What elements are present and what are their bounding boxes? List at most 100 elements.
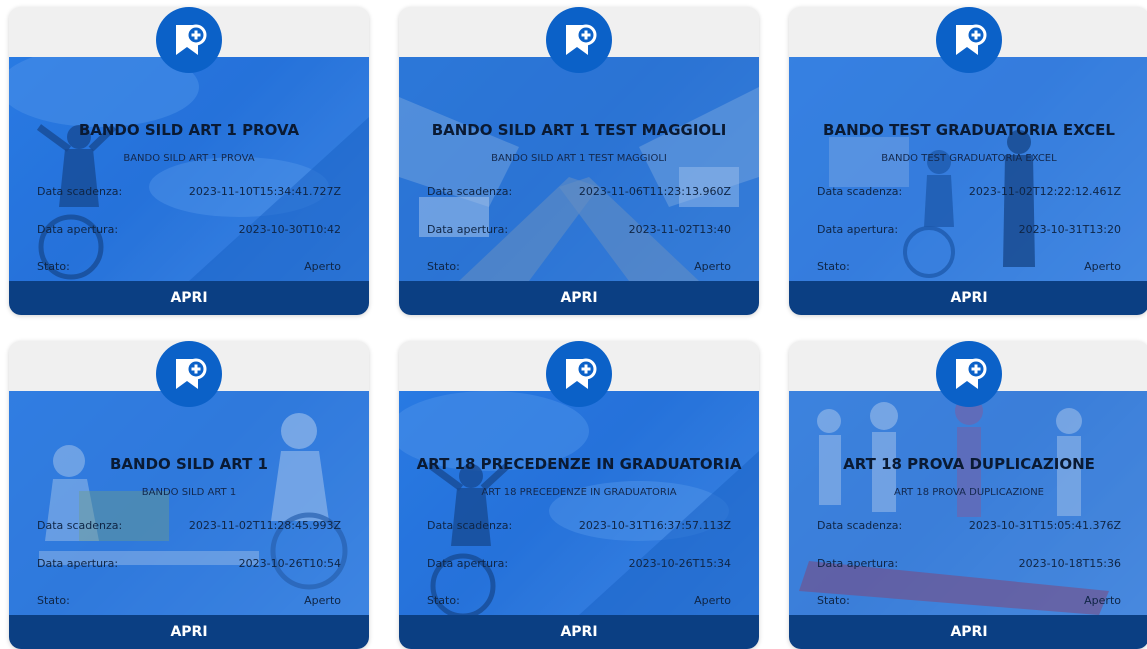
apri-button[interactable]: APRI xyxy=(789,615,1147,649)
opening-row: Data apertura: 2023-10-30T10:42 xyxy=(37,223,341,236)
card-photo: BANDO SILD ART 1 BANDO SILD ART 1 Data s… xyxy=(9,391,369,615)
bookmark-plus-icon xyxy=(956,24,987,55)
opening-row: Data apertura: 2023-10-26T15:34 xyxy=(427,557,731,570)
deadline-row: Data scadenza: 2023-10-31T16:37:57.113Z xyxy=(427,519,731,532)
card-photo: ART 18 PRECEDENZE IN GRADUATORIA ART 18 … xyxy=(399,391,759,615)
deadline-value: 2023-10-31T15:05:41.376Z xyxy=(968,519,1121,532)
card-subtitle: ART 18 PRECEDENZE IN GRADUATORIA xyxy=(481,487,677,498)
opening-label: Data apertura: xyxy=(427,557,509,570)
status-label: Stato: xyxy=(817,594,850,607)
card-subtitle: BANDO TEST GRADUATORIA EXCEL xyxy=(881,153,1057,164)
card-subtitle: BANDO SILD ART 1 TEST MAGGIOLI xyxy=(491,153,667,164)
opening-value: 2023-10-30T10:42 xyxy=(238,223,341,236)
deadline-row: Data scadenza: 2023-11-02T12:22:12.461Z xyxy=(817,185,1121,198)
bando-card: BANDO SILD ART 1 BANDO SILD ART 1 Data s… xyxy=(9,341,369,649)
status-value: Aperto xyxy=(304,260,341,273)
card-title: ART 18 PROVA DUPLICAZIONE xyxy=(843,455,1095,473)
status-row: Stato: Aperto xyxy=(817,260,1121,273)
card-photo: ART 18 PROVA DUPLICAZIONE ART 18 PROVA D… xyxy=(789,391,1147,615)
card-content: BANDO SILD ART 1 TEST MAGGIOLI BANDO SIL… xyxy=(399,57,759,281)
status-value: Aperto xyxy=(694,594,731,607)
status-value: Aperto xyxy=(694,260,731,273)
bando-badge xyxy=(546,341,612,407)
card-title: BANDO TEST GRADUATORIA EXCEL xyxy=(823,121,1115,139)
opening-value: 2023-11-02T13:40 xyxy=(628,223,731,236)
card-subtitle: BANDO SILD ART 1 xyxy=(141,487,237,498)
deadline-row: Data scadenza: 2023-11-06T11:23:13.960Z xyxy=(427,185,731,198)
card-subtitle: ART 18 PROVA DUPLICAZIONE xyxy=(893,487,1044,498)
apri-button[interactable]: APRI xyxy=(9,615,369,649)
deadline-row: Data scadenza: 2023-10-31T15:05:41.376Z xyxy=(817,519,1121,532)
card-content: ART 18 PROVA DUPLICAZIONE ART 18 PROVA D… xyxy=(789,391,1147,615)
status-label: Stato: xyxy=(817,260,850,273)
status-label: Stato: xyxy=(427,594,460,607)
status-row: Stato: Aperto xyxy=(427,260,731,273)
status-label: Stato: xyxy=(37,594,70,607)
bando-card: BANDO SILD ART 1 PROVA BANDO SILD ART 1 … xyxy=(9,7,369,315)
card-title: BANDO SILD ART 1 xyxy=(109,455,268,473)
card-photo: BANDO SILD ART 1 TEST MAGGIOLI BANDO SIL… xyxy=(399,57,759,281)
status-row: Stato: Aperto xyxy=(817,594,1121,607)
apri-button[interactable]: APRI xyxy=(789,281,1147,315)
card-content: ART 18 PRECEDENZE IN GRADUATORIA ART 18 … xyxy=(399,391,759,615)
bando-card: BANDO TEST GRADUATORIA EXCEL BANDO TEST … xyxy=(789,7,1147,315)
opening-label: Data apertura: xyxy=(427,223,509,236)
opening-label: Data apertura: xyxy=(37,223,119,236)
status-label: Stato: xyxy=(427,260,460,273)
deadline-row: Data scadenza: 2023-11-10T15:34:41.727Z xyxy=(37,185,341,198)
deadline-row: Data scadenza: 2023-11-02T11:28:45.993Z xyxy=(37,519,341,532)
bookmark-plus-icon xyxy=(566,24,597,55)
opening-label: Data apertura: xyxy=(817,557,899,570)
deadline-value: 2023-11-02T12:22:12.461Z xyxy=(968,185,1121,198)
opening-value: 2023-10-18T15:36 xyxy=(1018,557,1121,570)
opening-value: 2023-10-31T13:20 xyxy=(1018,223,1121,236)
opening-row: Data apertura: 2023-10-18T15:36 xyxy=(817,557,1121,570)
status-value: Aperto xyxy=(1084,594,1121,607)
apri-button[interactable]: APRI xyxy=(399,281,759,315)
opening-label: Data apertura: xyxy=(37,557,119,570)
bando-card: BANDO SILD ART 1 TEST MAGGIOLI BANDO SIL… xyxy=(399,7,759,315)
card-content: BANDO TEST GRADUATORIA EXCEL BANDO TEST … xyxy=(789,57,1147,281)
bookmark-plus-icon xyxy=(176,24,207,55)
opening-row: Data apertura: 2023-10-26T10:54 xyxy=(37,557,341,570)
deadline-label: Data scadenza: xyxy=(37,185,123,198)
bando-badge xyxy=(156,341,222,407)
apri-button[interactable]: APRI xyxy=(399,615,759,649)
deadline-label: Data scadenza: xyxy=(427,185,513,198)
deadline-label: Data scadenza: xyxy=(817,519,903,532)
status-label: Stato: xyxy=(37,260,70,273)
opening-row: Data apertura: 2023-10-31T13:20 xyxy=(817,223,1121,236)
deadline-value: 2023-10-31T16:37:57.113Z xyxy=(578,519,731,532)
bando-badge xyxy=(936,341,1002,407)
card-title: BANDO SILD ART 1 PROVA xyxy=(78,121,300,139)
opening-value: 2023-10-26T10:54 xyxy=(238,557,341,570)
bando-badge xyxy=(936,7,1002,73)
bando-badge xyxy=(546,7,612,73)
opening-label: Data apertura: xyxy=(817,223,899,236)
deadline-label: Data scadenza: xyxy=(817,185,903,198)
bookmark-plus-icon xyxy=(956,358,987,389)
card-content: BANDO SILD ART 1 PROVA BANDO SILD ART 1 … xyxy=(9,57,369,281)
apri-button[interactable]: APRI xyxy=(9,281,369,315)
bandi-grid: BANDO SILD ART 1 PROVA BANDO SILD ART 1 … xyxy=(0,0,1147,649)
status-row: Stato: Aperto xyxy=(37,260,341,273)
card-subtitle: BANDO SILD ART 1 PROVA xyxy=(123,153,255,164)
bando-badge xyxy=(156,7,222,73)
deadline-value: 2023-11-02T11:28:45.993Z xyxy=(188,519,341,532)
card-title: BANDO SILD ART 1 TEST MAGGIOLI xyxy=(431,121,727,139)
bando-card: ART 18 PRECEDENZE IN GRADUATORIA ART 18 … xyxy=(399,341,759,649)
deadline-label: Data scadenza: xyxy=(37,519,123,532)
card-title: ART 18 PRECEDENZE IN GRADUATORIA xyxy=(416,455,742,473)
opening-row: Data apertura: 2023-11-02T13:40 xyxy=(427,223,731,236)
bookmark-plus-icon xyxy=(566,358,597,389)
status-row: Stato: Aperto xyxy=(37,594,341,607)
card-photo: BANDO SILD ART 1 PROVA BANDO SILD ART 1 … xyxy=(9,57,369,281)
status-row: Stato: Aperto xyxy=(427,594,731,607)
card-photo: BANDO TEST GRADUATORIA EXCEL BANDO TEST … xyxy=(789,57,1147,281)
deadline-value: 2023-11-06T11:23:13.960Z xyxy=(578,185,731,198)
bookmark-plus-icon xyxy=(176,358,207,389)
card-content: BANDO SILD ART 1 BANDO SILD ART 1 Data s… xyxy=(9,391,369,615)
status-value: Aperto xyxy=(304,594,341,607)
deadline-value: 2023-11-10T15:34:41.727Z xyxy=(188,185,341,198)
status-value: Aperto xyxy=(1084,260,1121,273)
